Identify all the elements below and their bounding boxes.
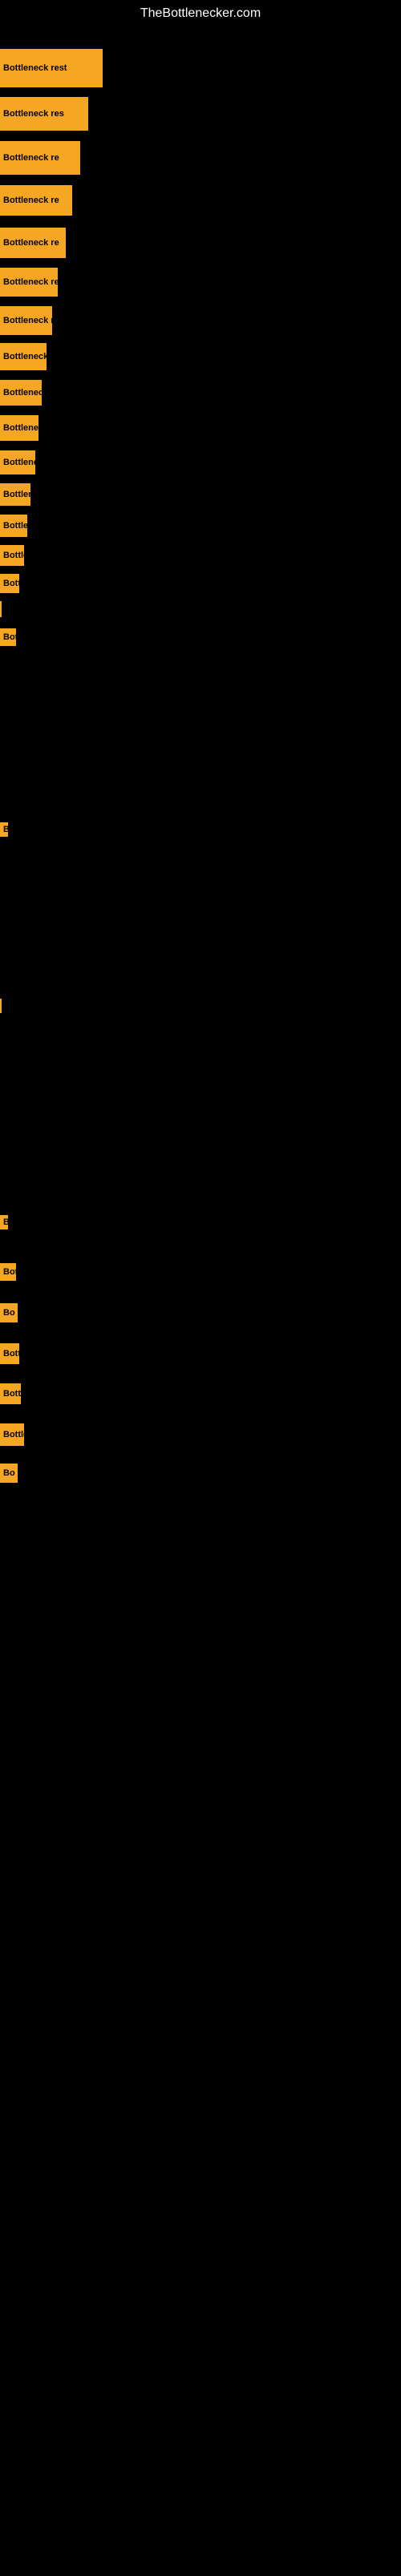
bar-item-2: Bottleneck re	[0, 141, 80, 175]
bar-item-25: Bo	[0, 1464, 18, 1483]
bar-item-3: Bottleneck re	[0, 185, 72, 216]
bar-item-16: Bott	[0, 628, 16, 646]
bar-line-18	[0, 999, 2, 1013]
bar-item-13: Bottleneck	[0, 545, 24, 566]
bar-item-6: Bottleneck re	[0, 306, 52, 335]
bar-line-15	[0, 601, 2, 617]
site-title: TheBottlenecker.com	[0, 0, 401, 27]
bar-item-19: B	[0, 1215, 8, 1229]
bar-item-1: Bottleneck res	[0, 97, 88, 131]
bar-item-23: Bottl	[0, 1383, 21, 1404]
bar-item-17: B	[0, 822, 8, 837]
bar-item-10: Bottleneck r	[0, 450, 35, 474]
bar-item-9: Bottleneck re	[0, 415, 38, 441]
bar-item-11: Bottleneck	[0, 483, 30, 506]
bar-item-14: Bottle	[0, 574, 19, 593]
bar-item-8: Bottleneck re	[0, 380, 42, 406]
bar-item-5: Bottleneck re	[0, 268, 58, 297]
bar-item-4: Bottleneck re	[0, 228, 66, 258]
bar-item-12: Bottleneck	[0, 515, 27, 537]
bar-item-24: Bottle	[0, 1423, 24, 1446]
bar-item-20: Bott	[0, 1263, 16, 1281]
bar-item-21: Bo	[0, 1303, 18, 1322]
bar-item-0: Bottleneck rest	[0, 49, 103, 87]
bar-item-22: Bottl	[0, 1343, 19, 1364]
bar-item-7: Bottleneck re	[0, 343, 47, 370]
